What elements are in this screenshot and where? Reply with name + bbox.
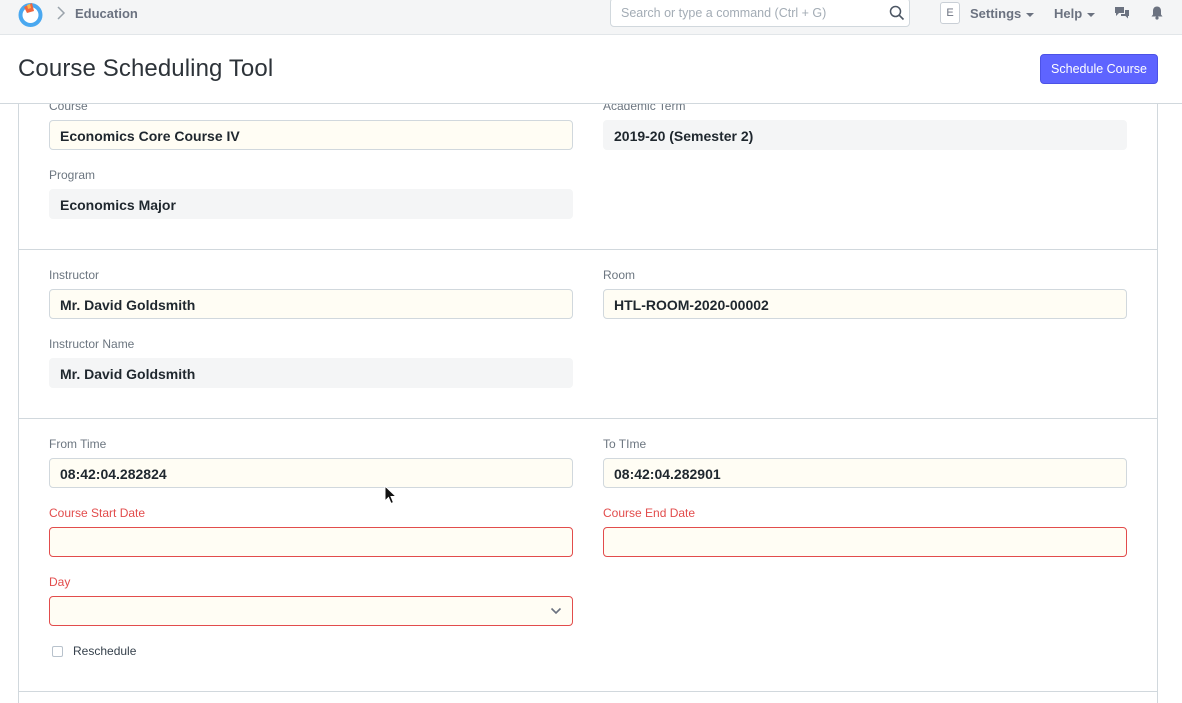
caret-down-icon [1087,12,1096,17]
academic-term-label: Academic Term [603,103,686,113]
from-time-field[interactable] [49,458,573,488]
course-start-date-input[interactable] [60,529,562,557]
course-input[interactable] [60,122,562,150]
chevron-right-icon [57,6,66,20]
course-end-date-input[interactable] [614,529,1116,557]
caret-down-icon [1026,12,1035,17]
header-divider [0,103,1182,104]
course-end-date-label: Course End Date [603,506,696,520]
course-start-date-field[interactable] [49,527,573,557]
search-input[interactable] [621,6,881,20]
mouse-cursor-icon [384,485,398,505]
navbar: Education E Settings Help [0,0,1182,35]
program-value: Economics Major [49,189,573,219]
instructor-name-label: Instructor Name [49,337,135,351]
form-card: Course Academic Term 2019-20 (Semester 2… [18,103,1158,703]
course-start-date-label: Course Start Date [49,506,146,520]
chat-icon[interactable] [1114,5,1130,21]
reschedule-label: Reschedule [73,644,137,658]
to-time-input[interactable] [614,460,1116,488]
section-divider [19,418,1157,419]
breadcrumb-education[interactable]: Education [75,6,138,21]
help-label: Help [1054,6,1083,21]
section-divider [19,691,1157,692]
academic-term-value: 2019-20 (Semester 2) [603,120,1127,150]
search-icon[interactable] [889,5,905,21]
instructor-field[interactable] [49,289,573,319]
day-label: Day [49,575,71,589]
help-dropdown[interactable]: Help [1054,6,1096,21]
room-field[interactable] [603,289,1127,319]
settings-dropdown[interactable]: Settings [970,6,1035,21]
reschedule-checkbox[interactable] [52,646,63,657]
course-field[interactable] [49,120,573,150]
program-label: Program [49,168,96,182]
course-label: Course [49,103,88,113]
instructor-name-value: Mr. David Goldsmith [49,358,573,388]
day-select[interactable] [49,596,573,626]
bell-icon[interactable] [1149,5,1165,21]
settings-label: Settings [970,6,1022,21]
search-bar[interactable] [610,0,910,27]
to-time-label: To TIme [603,437,647,451]
schedule-course-button[interactable]: Schedule Course [1040,54,1158,84]
instructor-input[interactable] [60,291,562,319]
app-logo[interactable] [18,1,43,28]
to-time-field[interactable] [603,458,1127,488]
instructor-label: Instructor [49,268,100,282]
course-end-date-field[interactable] [603,527,1127,557]
section-divider [19,249,1157,250]
avatar[interactable]: E [940,2,960,24]
chevron-down-icon [550,607,562,615]
from-time-label: From Time [49,437,107,451]
page-title: Course Scheduling Tool [18,55,274,82]
room-label: Room [603,268,636,282]
from-time-input[interactable] [60,460,562,488]
room-input[interactable] [614,291,1116,319]
